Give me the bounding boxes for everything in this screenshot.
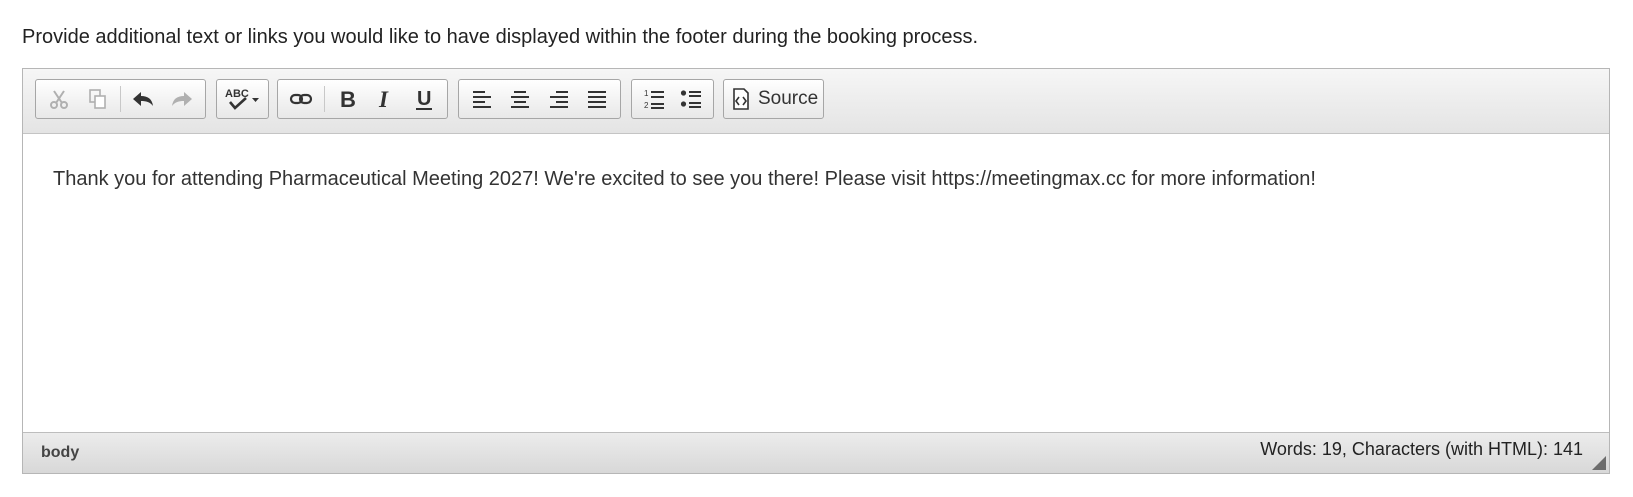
italic-icon: I — [378, 87, 389, 111]
bold-icon: B — [340, 87, 356, 111]
link-button[interactable] — [282, 80, 321, 118]
editor-statusbar: body Words: 19, Characters (with HTML): … — [23, 432, 1609, 473]
svg-text:1: 1 — [644, 89, 649, 98]
copy-button[interactable] — [79, 80, 118, 118]
underline-icon: U — [415, 88, 432, 110]
align-center-icon — [511, 91, 530, 108]
align-justify-button[interactable] — [578, 80, 616, 118]
redo-icon — [171, 92, 192, 106]
clipboard-group — [35, 79, 206, 119]
link-icon — [290, 93, 313, 105]
source-label: Source — [758, 88, 819, 109]
svg-text:U: U — [417, 88, 431, 110]
rich-text-editor: ABC B I U 1 2 Source Thank you for atten… — [22, 68, 1610, 474]
undo-button[interactable] — [124, 80, 163, 118]
bold-button[interactable]: B — [327, 80, 366, 118]
editor-content-area[interactable]: Thank you for attending Pharmaceutical M… — [23, 134, 1609, 434]
list-group: 1 2 — [631, 79, 714, 119]
spellcheck-button[interactable]: ABC — [219, 80, 266, 118]
align-justify-icon — [587, 91, 606, 108]
align-right-icon — [549, 91, 568, 108]
align-right-button[interactable] — [540, 80, 578, 118]
italic-button[interactable]: I — [366, 80, 405, 118]
instructions-text: Provide additional text or links you wou… — [22, 26, 979, 48]
numbered-list-button[interactable]: 1 2 — [636, 80, 673, 118]
toolbar-separator — [323, 86, 325, 112]
alignment-group — [458, 79, 621, 119]
redo-button[interactable] — [163, 80, 202, 118]
svg-text:2: 2 — [644, 101, 649, 110]
svg-text:B: B — [340, 87, 356, 111]
underline-button[interactable]: U — [405, 80, 444, 118]
align-left-icon — [473, 91, 492, 108]
cut-icon — [50, 90, 69, 109]
spellcheck-icon: ABC — [225, 88, 259, 110]
source-group: Source — [723, 79, 824, 119]
resize-handle[interactable] — [1592, 456, 1606, 470]
source-icon — [733, 88, 749, 110]
source-button[interactable]: Source — [726, 80, 824, 118]
editor-toolbar: ABC B I U 1 2 Source — [23, 69, 1609, 134]
align-left-button[interactable] — [463, 80, 501, 118]
word-count: Words: 19, Characters (with HTML): 141 — [1260, 439, 1583, 459]
copy-icon — [88, 89, 106, 109]
styles-group: B I U — [277, 79, 448, 119]
spellcheck-group: ABC — [216, 79, 269, 119]
bulleted-list-button[interactable] — [673, 80, 710, 118]
svg-text:I: I — [378, 87, 389, 111]
bulleted-list-icon — [680, 90, 701, 108]
undo-icon — [133, 92, 154, 106]
align-center-button[interactable] — [501, 80, 539, 118]
cut-button[interactable] — [40, 80, 79, 118]
toolbar-separator — [120, 86, 121, 112]
footer-text-paragraph[interactable]: Thank you for attending Pharmaceutical M… — [53, 168, 1316, 191]
numbered-list-icon: 1 2 — [644, 89, 665, 110]
element-path-body[interactable]: body — [41, 444, 79, 462]
